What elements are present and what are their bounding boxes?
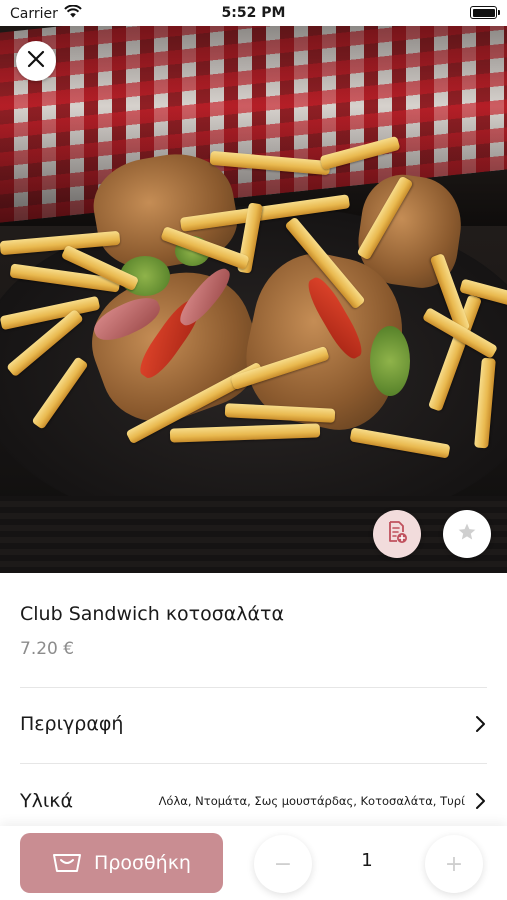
close-icon (27, 50, 45, 72)
close-button[interactable] (16, 41, 56, 81)
chevron-right-icon (473, 714, 487, 734)
favorite-button[interactable] (443, 510, 491, 558)
status-time: 5:52 PM (221, 5, 286, 21)
note-add-icon (386, 520, 408, 548)
cart-bar: Προσθήκη − 1 + (0, 826, 507, 900)
status-bar: Carrier 5:52 PM (0, 0, 507, 26)
add-to-cart-button[interactable]: Προσθήκη (20, 833, 223, 893)
basket-icon (52, 849, 82, 877)
ingredients-value: Λόλα, Ντομάτα, Σως μουστάρδας, Κοτοσαλάτ… (158, 794, 465, 808)
add-to-cart-label: Προσθήκη (94, 852, 191, 874)
quantity-value: 1 (361, 850, 373, 871)
add-note-button[interactable] (373, 510, 421, 558)
increase-quantity-button[interactable]: + (425, 835, 483, 893)
divider (20, 687, 487, 688)
divider (20, 763, 487, 764)
chevron-right-icon (473, 791, 487, 811)
ingredients-row[interactable]: Υλικά Λόλα, Ντομάτα, Σως μουστάρδας, Κοτ… (20, 781, 487, 821)
description-label: Περιγραφή (20, 713, 124, 735)
product-price: 7.20 € (20, 639, 75, 659)
description-row[interactable]: Περιγραφή (20, 704, 487, 744)
star-icon (457, 522, 477, 546)
product-name: Club Sandwich κοτοσαλάτα (20, 603, 285, 625)
lettuce-leaf (370, 326, 410, 396)
ingredients-label: Υλικά (20, 790, 74, 812)
decrease-quantity-button[interactable]: − (254, 835, 312, 893)
table-surface (0, 496, 507, 573)
battery-icon (470, 6, 500, 19)
product-image (0, 26, 507, 573)
